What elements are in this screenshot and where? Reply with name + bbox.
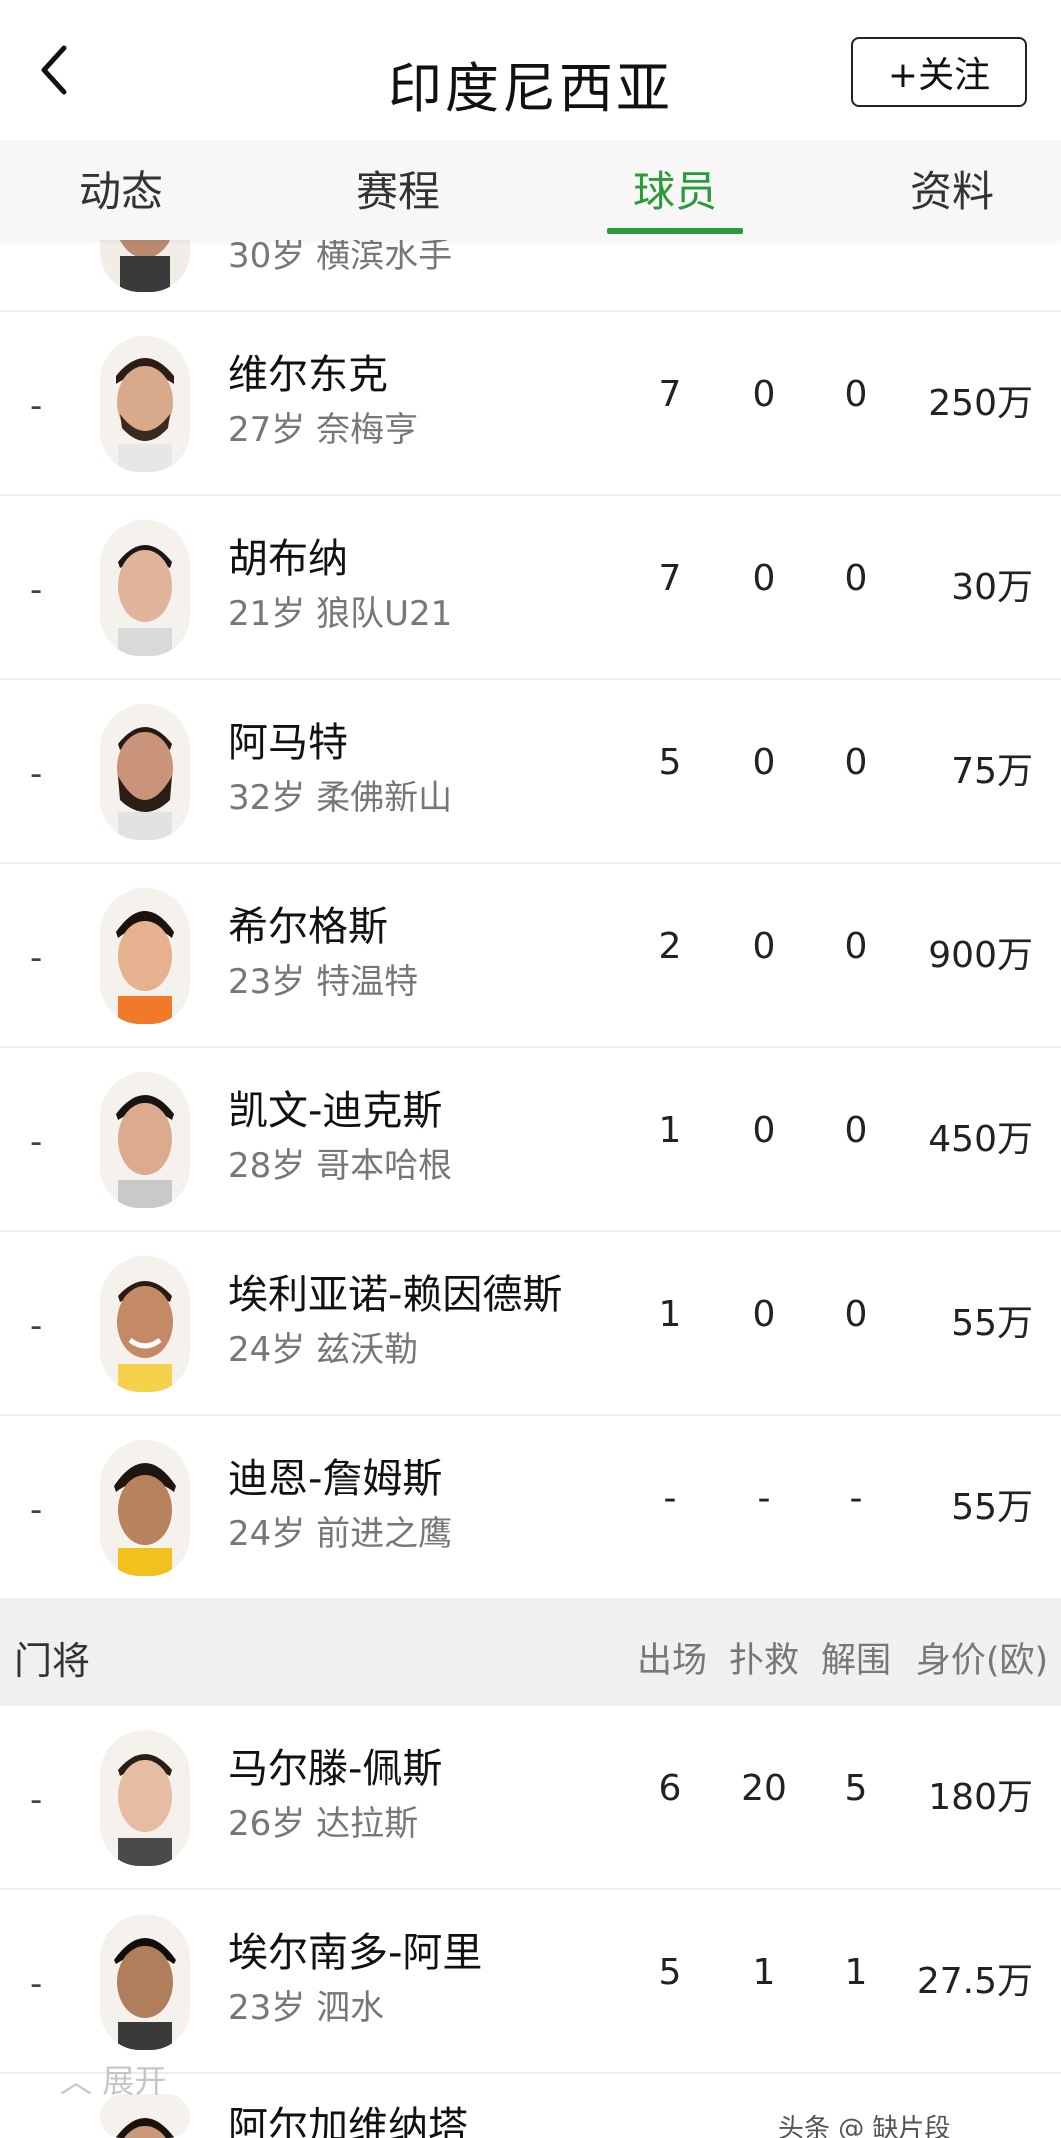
stat-saves: 1 [752, 1952, 776, 1993]
player-name: 埃尔南多-阿里 [228, 1930, 483, 1976]
rank: - [30, 938, 43, 978]
stat-appearances: 6 [658, 1768, 682, 1809]
table-row[interactable]: - 埃利亚诺-赖因德斯 24岁 兹沃勒 1 0 0 55万 [0, 1232, 1061, 1416]
market-value: 450万 [928, 1119, 1033, 1160]
stat-appearances: 5 [658, 742, 682, 783]
column-header-value: 身价(欧) [915, 1641, 1049, 1681]
stat-goals: 0 [752, 374, 776, 415]
market-value: 75万 [951, 751, 1033, 792]
watermark: 头条 @ 缺片段 [778, 2114, 951, 2138]
player-info: 23岁 泗水 [228, 1988, 385, 2028]
player-info: 21岁 狼队U21 [228, 594, 453, 634]
stat-goals: 0 [752, 1294, 776, 1335]
stat-goals: 0 [752, 926, 776, 967]
player-info: 24岁 前进之鹰 [228, 1514, 453, 1554]
stat-appearances: - [663, 1478, 677, 1519]
stat-appearances: 7 [658, 558, 682, 599]
rank: - [30, 1964, 43, 2004]
tab-news[interactable]: 动态 [21, 158, 221, 218]
rank: - [30, 1490, 43, 1530]
follow-button[interactable]: +关注 [851, 37, 1027, 107]
chevron-up-icon: ︿ [60, 2062, 93, 2100]
stat-goals: - [757, 1478, 771, 1519]
rank: - [30, 1780, 43, 1820]
avatar [100, 1440, 190, 1576]
stat-goals: 0 [752, 742, 776, 783]
player-info: 26岁 达拉斯 [228, 1804, 419, 1844]
market-value: 27.5万 [916, 1961, 1033, 2002]
stat-appearances: 5 [658, 1952, 682, 1993]
expand-button[interactable]: ︿ 展开 [60, 2056, 166, 2102]
tab-info[interactable]: 资料 [852, 158, 1052, 218]
rank: - [30, 386, 43, 426]
avatar [100, 1072, 190, 1208]
avatar [100, 1914, 190, 2050]
table-row[interactable]: - 阿马特 32岁 柔佛新山 5 0 0 75万 [0, 680, 1061, 864]
stat-appearances: 1 [658, 1294, 682, 1335]
tab-players[interactable]: 球员 [575, 158, 775, 218]
player-info: 23岁 特温特 [228, 962, 419, 1002]
player-name: 胡布纳 [228, 536, 348, 582]
expand-label: 展开 [102, 2062, 167, 2100]
avatar [100, 888, 190, 1024]
player-info: 27岁 奈梅亨 [228, 410, 419, 450]
screen: 印度尼西亚 +关注 动态 赛程 球员 资料 30岁 横滨水手 - 维尔东克 27… [0, 0, 1061, 2138]
market-value: 900万 [928, 935, 1033, 976]
rank: - [30, 570, 43, 610]
column-header-clearances: 解围 [820, 1641, 891, 1681]
player-info: 24岁 兹沃勒 [228, 1330, 419, 1370]
player-name: 希尔格斯 [228, 904, 388, 950]
table-row[interactable]: - 迪恩-詹姆斯 24岁 前进之鹰 - - - 55万 [0, 1416, 1061, 1600]
stat-goals: 0 [752, 558, 776, 599]
rank: - [30, 1306, 43, 1346]
goalkeeper-section-header: 门将 出场 扑救 解围 身价(欧) [0, 1600, 1061, 1706]
tab-bar: 动态 赛程 球员 资料 [0, 140, 1061, 240]
player-name: 马尔滕-佩斯 [228, 1746, 443, 1792]
top-bar: 印度尼西亚 +关注 [0, 0, 1061, 140]
active-tab-indicator [607, 228, 743, 234]
player-name: 凯文-迪克斯 [228, 1088, 443, 1134]
avatar [100, 520, 190, 656]
player-name: 维尔东克 [228, 352, 388, 398]
player-name: 迪恩-詹姆斯 [228, 1456, 443, 1502]
stat-saves: 20 [741, 1768, 787, 1809]
player-info: 32岁 柔佛新山 [228, 778, 453, 818]
table-row[interactable]: - 维尔东克 27岁 奈梅亨 7 0 0 250万 [0, 312, 1061, 496]
market-value: 55万 [951, 1487, 1033, 1528]
avatar [100, 1256, 190, 1392]
table-row[interactable]: - 凯文-迪克斯 28岁 哥本哈根 1 0 0 450万 [0, 1048, 1061, 1232]
stat-appearances: 7 [658, 374, 682, 415]
player-name: 阿马特 [228, 720, 348, 766]
column-header-appearances: 出场 [636, 1641, 707, 1681]
market-value: 30万 [951, 567, 1033, 608]
table-row[interactable]: - 埃尔南多-阿里 23岁 泗水 5 1 1 27.5万 [0, 1890, 1061, 2074]
table-row[interactable]: - 胡布纳 21岁 狼队U21 7 0 0 30万 [0, 496, 1061, 680]
stat-goals: 0 [752, 1110, 776, 1151]
stat-appearances: 2 [658, 926, 682, 967]
avatar [100, 704, 190, 840]
player-info: 28岁 哥本哈根 [228, 1146, 453, 1186]
table-row[interactable]: - 马尔滕-佩斯 26岁 达拉斯 6 20 5 180万 [0, 1706, 1061, 1890]
avatar [100, 336, 190, 472]
market-value: 55万 [951, 1303, 1033, 1344]
rank: - [30, 1122, 43, 1162]
section-title: 门将 [14, 1639, 91, 1683]
rank: - [30, 754, 43, 794]
column-header-saves: 扑救 [728, 1641, 799, 1681]
avatar [100, 1730, 190, 1866]
table-row[interactable]: - 希尔格斯 23岁 特温特 2 0 0 900万 [0, 864, 1061, 1048]
tab-schedule[interactable]: 赛程 [298, 158, 498, 218]
stat-appearances: 1 [658, 1110, 682, 1151]
market-value: 250万 [928, 383, 1033, 424]
player-name: 埃利亚诺-赖因德斯 [228, 1272, 563, 1318]
market-value: 180万 [928, 1777, 1033, 1818]
player-name: 阿尔加维纳塔 [228, 2104, 468, 2138]
